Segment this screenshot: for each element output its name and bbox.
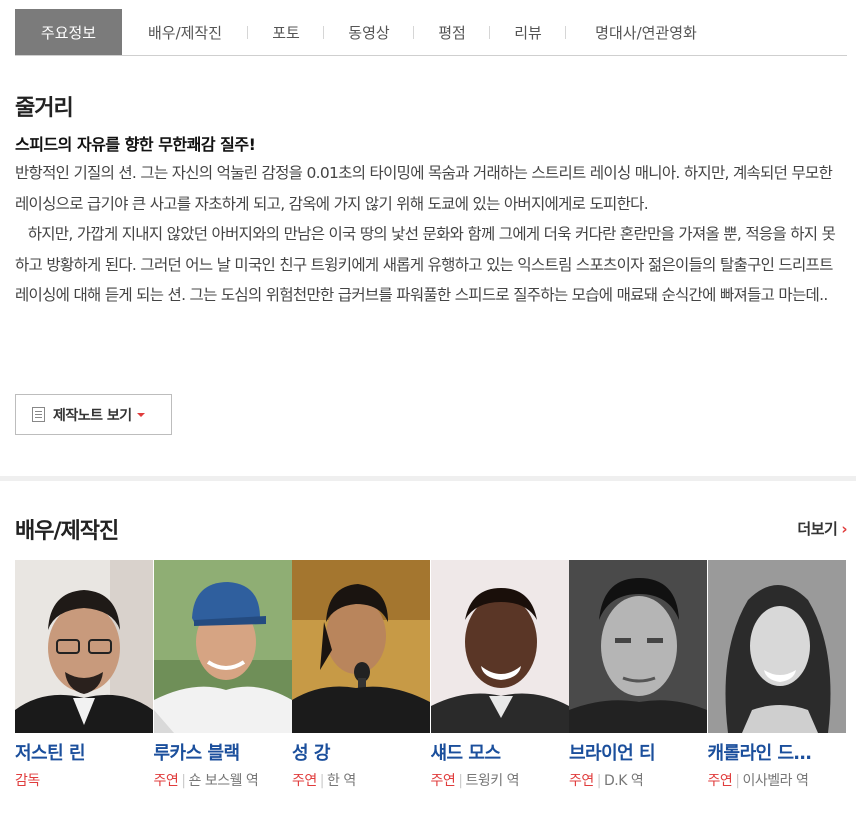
more-link[interactable]: 더보기 › (797, 518, 847, 539)
synopsis-body: 반항적인 기질의 션. 그는 자신의 억눌린 감정을 0.01초의 타이밍에 목… (15, 164, 836, 304)
cast-role: 주연 | 이사벨라 역 (707, 773, 809, 789)
tab-video[interactable]: 동영상 (324, 9, 414, 55)
cast-title: 배우/제작진 (15, 519, 119, 544)
production-note-button[interactable]: 제작노트 보기 (15, 394, 172, 435)
synopsis-headline: 스피드의 자유를 향한 무한쾌감 질주! (15, 135, 256, 154)
chevron-right-icon: › (841, 519, 847, 538)
cast-role: 주연 | 트윙키 역 (430, 773, 520, 789)
cast-name[interactable]: 브라이언 티 (569, 739, 701, 765)
cast-card[interactable]: 저스틴 린 감독 (15, 560, 154, 794)
cast-card[interactable]: 성 강 주연 | 한 역 (292, 560, 431, 794)
cast-card[interactable]: 섀드 모스 주연 | 트윙키 역 (430, 560, 570, 794)
cast-role: 주연 | 숀 보스웰 역 (153, 773, 259, 789)
cast-photo (707, 560, 846, 733)
cast-role: 주연 | D.K 역 (569, 773, 644, 789)
tab-cast-crew[interactable]: 배우/제작진 (122, 9, 248, 55)
caret-down-icon (136, 412, 145, 417)
cast-card[interactable]: 브라이언 티 주연 | D.K 역 (569, 560, 708, 794)
tab-review[interactable]: 리뷰 (490, 9, 566, 55)
cast-photo (430, 560, 569, 733)
cast-photo (292, 560, 430, 733)
cast-role: 주연 | 한 역 (292, 773, 356, 789)
cast-photo (15, 560, 153, 733)
document-icon (32, 407, 45, 422)
cast-name[interactable]: 캐롤라인 드… (708, 739, 840, 765)
tab-photo[interactable]: 포토 (248, 9, 324, 55)
cast-photo (153, 560, 292, 733)
cast-card[interactable]: 루카스 블랙 주연 | 숀 보스웰 역 (153, 560, 293, 794)
cast-name[interactable]: 저스틴 린 (15, 739, 147, 765)
tab-rating[interactable]: 평점 (414, 9, 490, 55)
tab-bar: 주요정보 배우/제작진 포토 동영상 평점 리뷰 명대사/연관영화 (15, 9, 847, 56)
synopsis-title: 줄거리 (15, 96, 74, 121)
section-divider (0, 476, 856, 481)
cast-name[interactable]: 성 강 (292, 739, 424, 765)
cast-name[interactable]: 루카스 블랙 (154, 739, 286, 765)
cast-card[interactable]: 캐롤라인 드… 주연 | 이사벨라 역 (707, 560, 847, 794)
cast-role: 감독 (15, 773, 40, 789)
tab-quotes-related[interactable]: 명대사/연관영화 (566, 9, 726, 55)
cast-name[interactable]: 섀드 모스 (431, 739, 563, 765)
tab-main-info[interactable]: 주요정보 (15, 9, 122, 55)
cast-list: 저스틴 린 감독 루카스 블랙 주연 | 숀 보스웰 역 성 강 주연 | 한 … (15, 560, 846, 794)
cast-photo (569, 560, 707, 733)
